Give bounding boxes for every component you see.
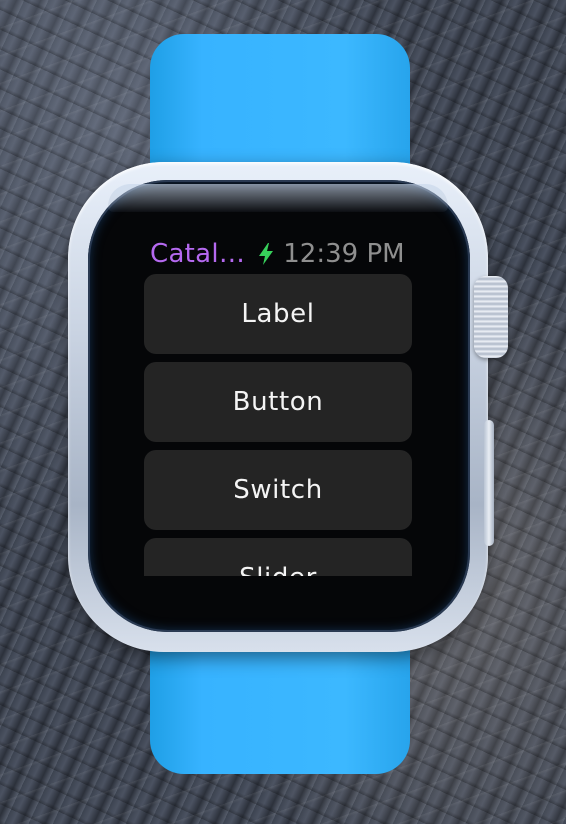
catalog-list: Label Button Switch Slider [144, 274, 412, 576]
list-item-switch[interactable]: Switch [144, 450, 412, 530]
watch-screen: Catal… 12:39 PM Label Button Switch Slid… [140, 230, 418, 576]
app-title[interactable]: Catal… [150, 239, 245, 269]
list-item-slider[interactable]: Slider [144, 538, 412, 576]
digital-crown[interactable] [474, 276, 508, 358]
side-button[interactable] [484, 420, 494, 546]
list-item-button[interactable]: Button [144, 362, 412, 442]
lightning-bolt-icon [257, 242, 275, 266]
list-item-label[interactable]: Label [144, 274, 412, 354]
status-bar: Catal… 12:39 PM [150, 238, 412, 270]
clock-time: 12:39 PM [283, 239, 405, 269]
glass-glare [108, 184, 448, 212]
